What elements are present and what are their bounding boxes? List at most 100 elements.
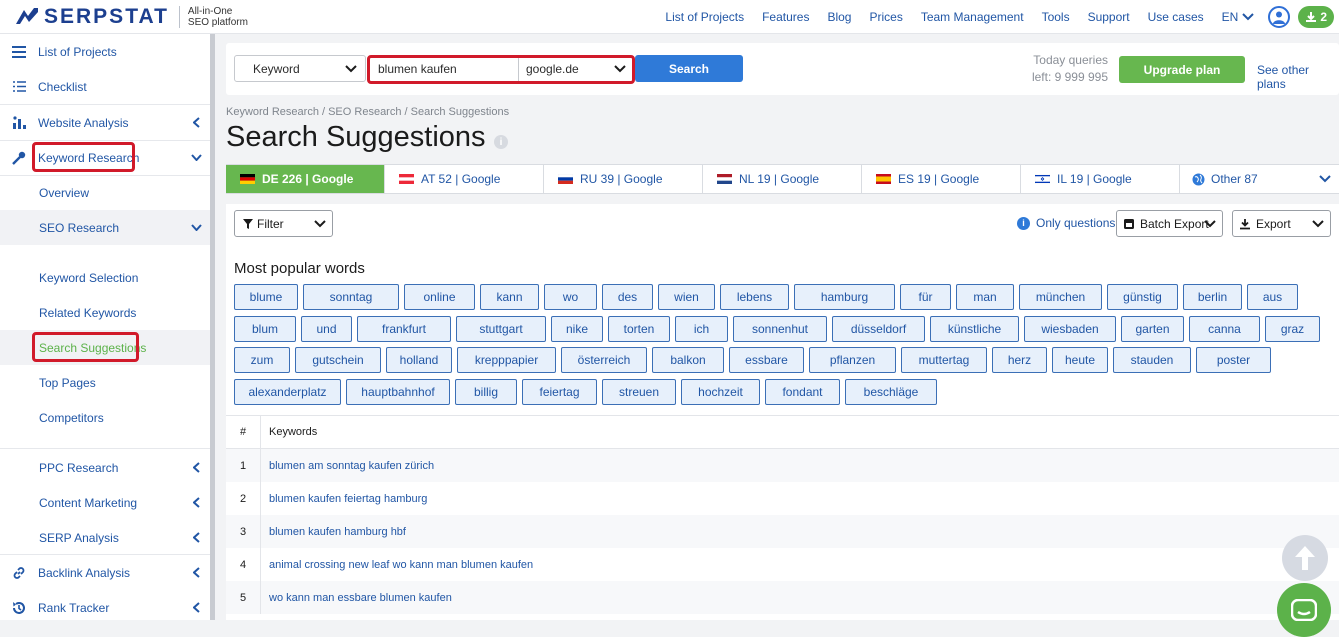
word-chip[interactable]: stauden	[1113, 347, 1191, 374]
word-chip[interactable]: ich	[675, 315, 728, 342]
word-chip[interactable]: krepppapier	[457, 347, 556, 374]
downloads-badge[interactable]: 2	[1298, 6, 1334, 28]
search-type-select[interactable]: Keyword	[234, 55, 366, 82]
tab-de[interactable]: DE 226 | Google	[226, 165, 385, 193]
word-chip[interactable]: herz	[992, 347, 1047, 374]
word-chip[interactable]: hochzeit	[681, 379, 760, 406]
word-chip[interactable]: billig	[455, 379, 517, 406]
word-chip[interactable]: feiertag	[522, 379, 597, 406]
word-chip[interactable]: hauptbahnhof	[346, 379, 450, 406]
user-avatar[interactable]	[1268, 6, 1291, 28]
nav-list-of-projects[interactable]: List of Projects	[665, 10, 744, 24]
other-plans-link[interactable]: See other plans	[1257, 63, 1339, 91]
info-icon[interactable]: i	[494, 135, 508, 149]
sidebar-item-ppc-research[interactable]: PPC Research	[0, 450, 211, 485]
word-chip[interactable]: holland	[386, 347, 452, 374]
word-chip[interactable]: und	[301, 315, 352, 342]
nav-tools[interactable]: Tools	[1042, 10, 1070, 24]
nav-use-cases[interactable]: Use cases	[1148, 10, 1204, 24]
word-chip[interactable]: sonnenhut	[733, 315, 827, 342]
scroll-to-top-button[interactable]	[1282, 535, 1328, 581]
sidebar-item-related-keywords[interactable]: Related Keywords	[0, 295, 211, 330]
word-chip[interactable]: kann	[480, 284, 539, 310]
word-chip[interactable]: lebens	[720, 284, 789, 310]
sidebar-item-checklist[interactable]: Checklist	[0, 69, 211, 104]
language-selector[interactable]: EN	[1222, 10, 1255, 24]
word-chip[interactable]: heute	[1052, 347, 1108, 374]
nav-features[interactable]: Features	[762, 10, 809, 24]
word-chip[interactable]: hamburg	[794, 284, 895, 310]
chat-widget-button[interactable]	[1277, 583, 1331, 637]
sidebar-item-seo-research[interactable]: SEO Research	[0, 210, 211, 245]
batch-export-button[interactable]: Batch Export	[1116, 210, 1223, 237]
word-chip[interactable]: alexanderplatz	[234, 379, 341, 406]
word-chip[interactable]: des	[602, 284, 653, 310]
keyword-link[interactable]: blumen kaufen feiertag hamburg	[261, 493, 427, 505]
sidebar-item-overview[interactable]: Overview	[0, 175, 211, 210]
word-chip[interactable]: beschläge	[845, 379, 937, 406]
word-chip[interactable]: poster	[1196, 347, 1271, 374]
word-chip[interactable]: düsseldorf	[832, 315, 925, 342]
keyword-link[interactable]: blumen am sonntag kaufen zürich	[261, 460, 434, 472]
word-chip[interactable]: streuen	[602, 379, 676, 406]
word-chip[interactable]: stuttgart	[456, 315, 546, 342]
sidebar-scrollbar[interactable]	[210, 34, 215, 620]
tab-other[interactable]: Other 87	[1180, 165, 1339, 193]
word-chip[interactable]: günstig	[1107, 284, 1178, 310]
tab-at[interactable]: AT 52 | Google	[385, 165, 544, 193]
word-chip[interactable]: online	[404, 284, 475, 310]
sidebar-item-content-marketing[interactable]: Content Marketing	[0, 485, 211, 520]
keyword-link[interactable]: wo kann man essbare blumen kaufen	[261, 592, 452, 604]
word-chip[interactable]: torten	[608, 315, 670, 342]
nav-blog[interactable]: Blog	[827, 10, 851, 24]
sidebar-item-serp-analysis[interactable]: SERP Analysis	[0, 520, 211, 555]
column-header-keywords[interactable]: Keywords	[261, 426, 317, 438]
nav-prices[interactable]: Prices	[869, 10, 902, 24]
word-chip[interactable]: pflanzen	[809, 347, 896, 374]
word-chip[interactable]: garten	[1121, 315, 1184, 342]
tab-il[interactable]: IL 19 | Google	[1021, 165, 1180, 193]
sidebar-item-list-of-projects[interactable]: List of Projects	[0, 34, 211, 69]
word-chip[interactable]: balkon	[652, 347, 724, 374]
word-chip[interactable]: wiesbaden	[1024, 315, 1116, 342]
word-chip[interactable]: für	[900, 284, 951, 310]
word-chip[interactable]: zum	[234, 347, 290, 374]
search-button[interactable]: Search	[635, 55, 743, 82]
word-chip[interactable]: aus	[1247, 284, 1298, 310]
keyword-link[interactable]: animal crossing new leaf wo kann man blu…	[261, 559, 533, 571]
word-chip[interactable]: essbare	[729, 347, 804, 374]
sidebar-item-website-analysis[interactable]: Website Analysis	[0, 105, 211, 140]
word-chip[interactable]: wien	[658, 284, 715, 310]
sidebar-item-competitors[interactable]: Competitors	[0, 400, 211, 435]
word-chip[interactable]: canna	[1189, 315, 1260, 342]
tab-es[interactable]: ES 19 | Google	[862, 165, 1021, 193]
tab-ru[interactable]: RU 39 | Google	[544, 165, 703, 193]
word-chip[interactable]: frankfurt	[357, 315, 451, 342]
word-chip[interactable]: nike	[551, 315, 603, 342]
word-chip[interactable]: gutschein	[295, 347, 381, 374]
sidebar-item-backlink-analysis[interactable]: Backlink Analysis	[0, 555, 211, 590]
word-chip[interactable]: österreich	[561, 347, 647, 374]
word-chip[interactable]: muttertag	[901, 347, 987, 374]
word-chip[interactable]: blume	[234, 284, 298, 310]
word-chip[interactable]: graz	[1265, 315, 1320, 342]
filter-button[interactable]: Filter	[234, 210, 333, 237]
word-chip[interactable]: sonntag	[303, 284, 399, 310]
sidebar-item-keyword-selection[interactable]: Keyword Selection	[0, 260, 211, 295]
export-button[interactable]: Export	[1232, 210, 1331, 237]
only-questions-toggle[interactable]: i Only questions	[1017, 216, 1115, 230]
word-chip[interactable]: blum	[234, 315, 296, 342]
word-chip[interactable]: berlin	[1183, 284, 1242, 310]
nav-support[interactable]: Support	[1088, 10, 1130, 24]
word-chip[interactable]: künstliche	[930, 315, 1019, 342]
word-chip[interactable]: man	[956, 284, 1014, 310]
tab-nl[interactable]: NL 19 | Google	[703, 165, 862, 193]
serpstat-logo[interactable]: SERPSTAT All-in-One SEO platform	[14, 5, 248, 29]
keyword-link[interactable]: blumen kaufen hamburg hbf	[261, 526, 406, 538]
upgrade-plan-button[interactable]: Upgrade plan	[1119, 56, 1245, 83]
word-chip[interactable]: wo	[544, 284, 597, 310]
sidebar-item-top-pages[interactable]: Top Pages	[0, 365, 211, 400]
word-chip[interactable]: fondant	[765, 379, 840, 406]
nav-team-management[interactable]: Team Management	[921, 10, 1024, 24]
word-chip[interactable]: münchen	[1019, 284, 1102, 310]
